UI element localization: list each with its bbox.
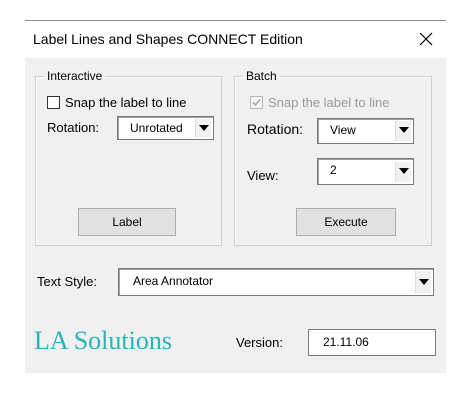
interactive-rotation-select[interactable]: Unrotated [117,116,214,140]
close-icon[interactable] [416,29,436,49]
interactive-rotation-value: Unrotated [130,121,183,135]
chevron-down-icon[interactable] [415,271,431,293]
brand-logo-text: LA Solutions [34,326,172,355]
chevron-down-icon[interactable] [395,162,411,182]
version-field[interactable]: 21.11.06 [308,329,436,356]
chevron-down-icon[interactable] [195,119,211,137]
version-value: 21.11.06 [323,335,369,349]
text-style-value: Area Annotator [133,274,214,288]
title-bar: Label Lines and Shapes CONNECT Edition [25,20,446,58]
interactive-rotation-label: Rotation: [47,120,100,135]
batch-view-value: 2 [330,163,337,177]
batch-snap-label: Snap the label to line [268,95,390,110]
execute-button[interactable]: Execute [296,208,396,236]
interactive-snap-label: Snap the label to line [65,95,187,110]
interactive-legend: Interactive [47,69,103,83]
batch-snap-checkbox[interactable] [250,96,263,109]
text-style-label: Text Style: [37,274,97,289]
interactive-snap-checkbox[interactable] [47,96,60,109]
version-label: Version: [236,335,283,350]
batch-rotation-label: Rotation: [247,121,304,137]
batch-rotation-value: View [330,123,356,137]
batch-rotation-select[interactable]: View [317,118,414,144]
checkmark-icon [252,98,261,107]
window-title: Label Lines and Shapes CONNECT Edition [33,31,303,47]
batch-view-select[interactable]: 2 [317,158,414,185]
chevron-down-icon[interactable] [395,121,411,141]
batch-legend: Batch [246,69,277,83]
dialog-window: Label Lines and Shapes CONNECT Edition I… [25,20,446,373]
batch-view-label: View: [247,168,279,183]
label-button[interactable]: Label [78,208,176,236]
text-style-select[interactable]: Area Annotator [118,268,434,296]
